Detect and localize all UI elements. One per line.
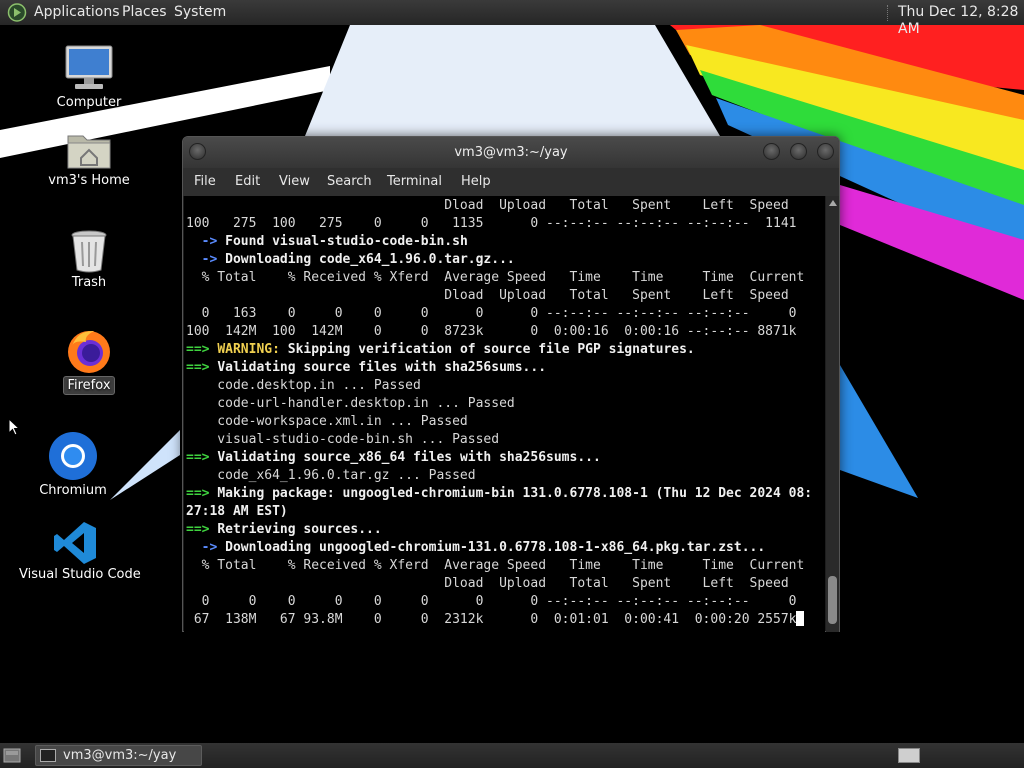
menu-applications[interactable]: Applications <box>34 4 120 21</box>
home-folder-icon <box>67 135 111 169</box>
terminal-line: -> Found visual-studio-code-bin.sh <box>186 234 468 249</box>
chromium-icon <box>49 432 97 480</box>
desktop-icon-chromium[interactable]: Chromium <box>32 430 114 499</box>
terminal-line: 27:18 AM EST) <box>186 504 288 519</box>
desktop-icon-label: Computer <box>56 95 122 110</box>
terminal-line: % Total % Received % Xferd Average Speed… <box>186 270 805 285</box>
terminal-line: ==> WARNING: Skipping verification of so… <box>186 342 695 357</box>
panel-separator <box>887 5 889 21</box>
bottom-panel: vm3@vm3:~/yay <box>0 743 1024 768</box>
desktop-icon-vscode[interactable]: Visual Studio Code <box>16 520 141 583</box>
desktop-icon-label: vm3's Home <box>48 173 130 188</box>
vscode-icon <box>54 522 96 564</box>
terminal-line: ==> Validating source files with sha256s… <box>186 360 547 375</box>
terminal-output[interactable]: Dload Upload Total Spent Left Speed 100 2… <box>184 196 825 632</box>
clock[interactable]: Thu Dec 12, 8:28 AM <box>898 4 1024 38</box>
show-desktop-icon[interactable] <box>3 748 21 763</box>
firefox-icon <box>68 330 110 373</box>
trash-icon <box>71 230 107 273</box>
terminal-line: ==> Making package: ungoogled-chromium-b… <box>186 486 813 501</box>
terminal-lines: Dload Upload Total Spent Left Speed 100 2… <box>186 197 812 629</box>
desktop: Applications Places System Thu Dec 12, 8… <box>0 0 1024 768</box>
terminal-line: Dload Upload Total Spent Left Speed <box>186 576 789 591</box>
menu-places[interactable]: Places <box>122 4 167 21</box>
terminal-line: ==> Validating source_x86_64 files with … <box>186 450 601 465</box>
terminal-line: 0 163 0 0 0 0 0 0 --:--:-- --:--:-- --:-… <box>186 306 797 321</box>
distro-logo-icon[interactable] <box>7 3 27 22</box>
minimize-button[interactable] <box>763 143 780 160</box>
desktop-icon-label: Chromium <box>39 483 107 498</box>
scroll-up-arrow-icon[interactable] <box>829 200 837 206</box>
menu-view[interactable]: View <box>279 174 310 189</box>
terminal-menubar: File Edit View Search Terminal Help <box>183 168 839 196</box>
terminal-line: -> Downloading ungoogled-chromium-131.0.… <box>186 540 766 555</box>
maximize-button[interactable] <box>790 143 807 160</box>
terminal-line: ==> Retrieving sources... <box>186 522 382 537</box>
desktop-icon-label: Visual Studio Code <box>19 567 141 582</box>
terminal-line: 67 138M 67 93.8M 0 0 2312k 0 0:01:01 0:0… <box>186 611 812 629</box>
desktop-icon-firefox[interactable]: Firefox <box>48 326 130 395</box>
computer-icon <box>65 45 113 89</box>
terminal-line: 100 275 100 275 0 0 1135 0 --:--:-- --:-… <box>186 216 797 231</box>
desktop-icon-label: Firefox <box>63 376 115 395</box>
window-titlebar[interactable]: vm3@vm3:~/yay <box>183 137 839 168</box>
terminal-icon <box>40 749 56 762</box>
terminal-line: -> Downloading code_x64_1.96.0.tar.gz... <box>186 252 515 267</box>
terminal-window[interactable]: vm3@vm3:~/yay File Edit View Search Term… <box>182 136 840 632</box>
terminal-line: 100 142M 100 142M 0 0 8723k 0 0:00:16 0:… <box>186 324 797 339</box>
terminal-line: code-workspace.xml.in ... Passed <box>186 414 468 429</box>
window-title: vm3@vm3:~/yay <box>454 145 568 160</box>
text-cursor <box>796 611 805 626</box>
close-button[interactable] <box>817 143 834 160</box>
terminal-line: code-url-handler.desktop.in ... Passed <box>186 396 515 411</box>
menu-terminal[interactable]: Terminal <box>387 174 442 189</box>
menu-file[interactable]: File <box>194 174 216 189</box>
top-panel: Applications Places System Thu Dec 12, 8… <box>0 0 1024 37</box>
terminal-line: code_x64_1.96.0.tar.gz ... Passed <box>186 468 476 483</box>
desktop-icon-trash[interactable]: Trash <box>48 228 130 291</box>
terminal-line: % Total % Received % Xferd Average Speed… <box>186 558 805 573</box>
terminal-line: Dload Upload Total Spent Left Speed <box>186 288 789 303</box>
taskbar-button-terminal[interactable]: vm3@vm3:~/yay <box>35 745 202 766</box>
terminal-line: code.desktop.in ... Passed <box>186 378 421 393</box>
terminal-line: 0 0 0 0 0 0 0 0 --:--:-- --:--:-- --:--:… <box>186 594 797 609</box>
taskbar-button-label: vm3@vm3:~/yay <box>63 748 177 763</box>
scroll-thumb[interactable] <box>828 576 837 624</box>
mouse-pointer-icon <box>8 418 20 436</box>
menu-search[interactable]: Search <box>327 174 372 189</box>
menu-edit[interactable]: Edit <box>235 174 260 189</box>
menu-system[interactable]: System <box>174 4 226 21</box>
terminal-line: Dload Upload Total Spent Left Speed <box>186 198 789 213</box>
terminal-scrollbar[interactable] <box>826 196 839 632</box>
desktop-icon-label: Trash <box>71 275 107 290</box>
workspace-switcher[interactable] <box>898 748 920 763</box>
desktop-icon-home[interactable]: vm3's Home <box>44 128 134 189</box>
desktop-icon-computer[interactable]: Computer <box>48 44 130 111</box>
terminal-line: visual-studio-code-bin.sh ... Passed <box>186 432 500 447</box>
menu-help[interactable]: Help <box>461 174 491 189</box>
